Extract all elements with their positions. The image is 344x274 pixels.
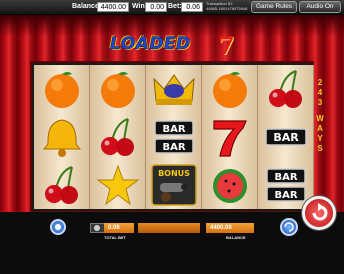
- ways-char: 3: [317, 98, 323, 107]
- orange-symbol: [90, 65, 146, 113]
- balance-field: 4400.00: [206, 223, 254, 233]
- bar-text: BAR: [162, 142, 185, 153]
- logo-text: LOADED: [110, 34, 191, 55]
- ways-char: Y: [317, 134, 323, 143]
- bar-text: BAR: [274, 172, 297, 183]
- spin-arrow-icon: [312, 203, 328, 221]
- reel-1: [34, 65, 90, 209]
- orange-symbol: [202, 65, 258, 113]
- ways-char: A: [317, 124, 323, 133]
- logo-seven: 7: [218, 31, 235, 60]
- info-icon: [55, 224, 61, 230]
- total-bet-label: TOTAL BET: [104, 235, 126, 240]
- bonus-text: BONUS: [158, 169, 190, 178]
- ways-char: S: [317, 144, 323, 153]
- autoplay-icon: [284, 222, 294, 232]
- bar-text: BAR: [274, 190, 297, 201]
- bar-text: BAR: [273, 131, 299, 144]
- ways-indicator-right: 2 4 3 W A Y S: [314, 78, 326, 154]
- bonus-cannon-symbol: BONUS: [146, 161, 202, 209]
- cherries-symbol: [258, 65, 314, 113]
- reel-3: BAR BAR BONUS: [146, 65, 202, 209]
- balance-field-label: BALANCE: [226, 235, 246, 240]
- reel-grid[interactable]: BAR BAR BONUS BAR BAR BAR: [32, 63, 314, 211]
- coin-icon: [94, 225, 100, 231]
- bottom-control-bar: 0.06 TOTAL BET 4400.00 BALANCE: [0, 196, 344, 274]
- audio-toggle-button[interactable]: Audio On: [299, 1, 341, 13]
- game-logo: LOADED 7: [102, 31, 242, 60]
- ways-char: 4: [317, 88, 323, 97]
- reel-5: BAR BAR BAR: [258, 65, 314, 209]
- autoplay-button[interactable]: [280, 218, 298, 236]
- seven-symbol: [202, 113, 258, 161]
- win-value: 0.00: [145, 2, 167, 12]
- cherries-symbol: [90, 113, 146, 161]
- watermelon-symbol: [202, 161, 258, 209]
- star-symbol: [90, 161, 146, 209]
- total-bet-field: 0.06: [104, 223, 134, 233]
- bar-text: BAR: [162, 124, 185, 135]
- double-bar-symbol: BAR BAR: [146, 113, 202, 161]
- message-field: [138, 223, 200, 233]
- cherries-symbol: [34, 161, 90, 209]
- bar-symbol: BAR: [258, 113, 314, 161]
- ways-char: W: [316, 114, 324, 123]
- spin-button[interactable]: [302, 196, 336, 230]
- reel-2: [90, 65, 146, 209]
- reel-4: [202, 65, 258, 209]
- transaction-id: 44865-1691476975948: [206, 6, 248, 11]
- balance-value: 4400.00: [97, 2, 129, 12]
- ways-char: 2: [317, 78, 323, 87]
- game-rules-button[interactable]: Game Rules: [251, 1, 297, 13]
- crown-symbol: [146, 65, 202, 113]
- bet-label: Bet:: [168, 3, 182, 10]
- info-button[interactable]: [50, 219, 66, 235]
- orange-symbol: [34, 65, 90, 113]
- bell-symbol: [34, 113, 90, 161]
- transaction-info: Transaction ID: 44865-1691476975948: [206, 1, 247, 11]
- top-status-bar: Balance: 4400.00 Win: 0.00 Bet: 0.06 Tra…: [0, 0, 344, 15]
- bet-value: 0.06: [181, 2, 203, 12]
